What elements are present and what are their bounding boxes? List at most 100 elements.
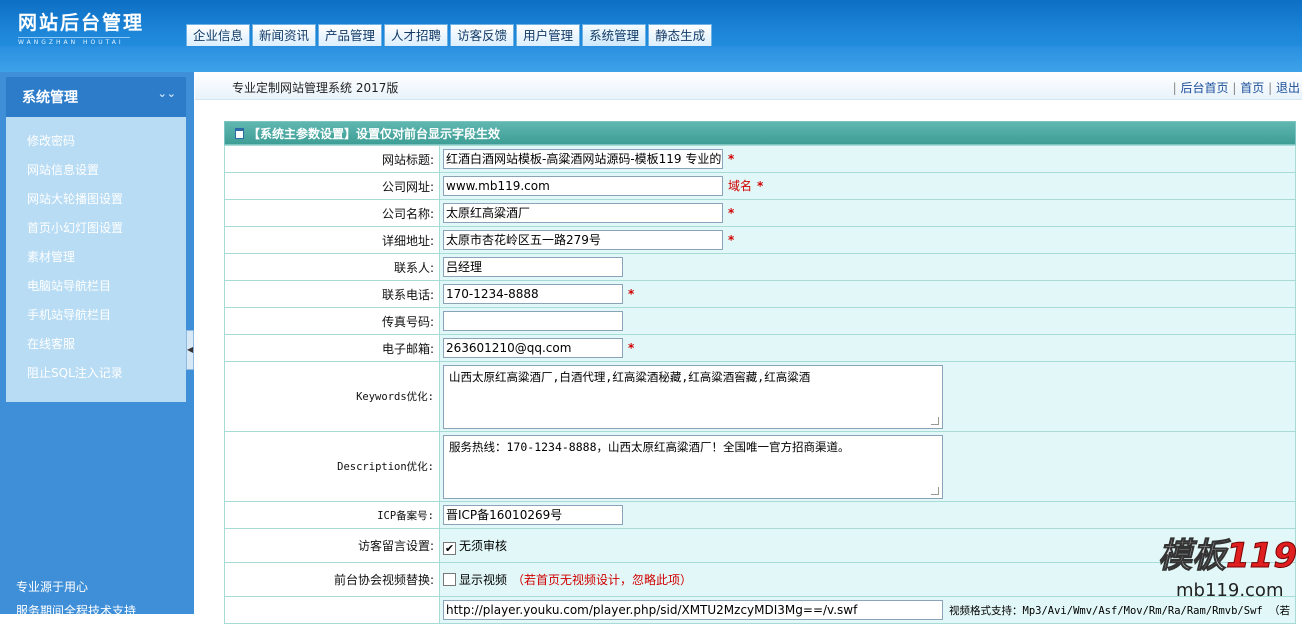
table-row: 前台协会视频替换: 显示视频 （若首页无视频设计，忽略此项） [224, 562, 1296, 597]
required-mark: * [728, 151, 735, 166]
video-replace-note: （若首页无视频设计，忽略此项） [512, 573, 693, 587]
sidebar-title: 系统管理 [22, 90, 78, 106]
table-row: 详细地址: 太原市杏花岭区五一路279号 * [224, 226, 1296, 254]
sidebar-item-online-service[interactable]: 在线客服 [6, 330, 186, 359]
sidebar-item-mobile-nav[interactable]: 手机站导航栏目 [6, 301, 186, 330]
table-row: 网站标题: 红酒白酒网站模板-高粱酒网站源码-模板119 专业的 * [224, 145, 1296, 173]
address-input[interactable]: 太原市杏花岭区五一路279号 [443, 230, 723, 250]
icp-input[interactable]: 晋ICP备16010269号 [443, 505, 623, 525]
header: 网站后台管理 WANGZHAN HOUTAI 企业信息 新闻资讯 产品管理 人才… [0, 0, 1302, 72]
keywords-label-text: Keywords优化: [356, 391, 434, 403]
main-nav: 企业信息 新闻资讯 产品管理 人才招聘 访客反馈 用户管理 系统管理 静态生成 [186, 24, 713, 46]
table-row: Keywords优化: 山西太原红高粱酒厂,白酒代理,红高粱酒秘藏,红高粱酒窖藏… [224, 361, 1296, 432]
sidebar-footer-slogan: 专业源于用心 [16, 580, 89, 594]
form-caption: 【系统主参数设置】设置仅对前台显示字段生效 [224, 121, 1296, 145]
sidebar-item-big-carousel[interactable]: 网站大轮播图设置 [6, 185, 186, 214]
company-name-input[interactable]: 太原红高粱酒厂 [443, 203, 723, 223]
address-label: 详细地址: [224, 226, 440, 254]
required-mark: * [628, 340, 635, 355]
email-label: 电子邮箱: [224, 334, 440, 362]
top-bar: 专业定制网站管理系统 2017版 | 后台首页 | 首页 | 退出 [195, 72, 1302, 100]
keywords-text: 山西太原红高粱酒厂,白酒代理,红高粱酒秘藏,红高粱酒窖藏,红高粱酒 [449, 369, 811, 384]
sidebar: 系统管理 ⌄⌄ 修改密码 网站信息设置 网站大轮播图设置 首页小幻灯图设置 素材… [0, 72, 194, 618]
table-row: 联系电话: 170-1234-8888 * [224, 280, 1296, 308]
show-video-checkbox[interactable] [443, 573, 456, 586]
document-icon [235, 128, 244, 139]
required-mark: * [628, 286, 635, 301]
tab-users[interactable]: 用户管理 [516, 24, 581, 46]
sidebar-item-pc-nav[interactable]: 电脑站导航栏目 [6, 272, 186, 301]
watermark-text: 模板 [1158, 536, 1227, 577]
watermark-title: 模板119 [1158, 528, 1298, 577]
settings-form: 【系统主参数设置】设置仅对前台显示字段生效 网站标题: 红酒白酒网站模板-高粱酒… [224, 121, 1296, 624]
tab-static-gen[interactable]: 静态生成 [648, 24, 713, 46]
resize-grip-icon[interactable] [931, 416, 939, 425]
required-mark: * [728, 232, 735, 247]
separator: | [1232, 81, 1237, 95]
watermark-domain: mb119.com [1176, 580, 1284, 601]
logo-title: 网站后台管理 [18, 12, 145, 34]
contact-label: 联系人: [224, 253, 440, 281]
description-label-text: Description优化: [337, 461, 434, 473]
watermark-logo: 模板119 mb119.com [1158, 528, 1302, 614]
separator: | [1172, 81, 1177, 95]
tab-products[interactable]: 产品管理 [318, 24, 383, 46]
video-replace-label: 前台协会视频替换: [224, 562, 440, 597]
phone-label: 联系电话: [224, 280, 440, 308]
table-row: 访客留言设置: ✔ 无须审核 [224, 528, 1296, 563]
required-mark: * [757, 178, 764, 193]
video-url-label [224, 596, 440, 624]
sidebar-item-sql-log[interactable]: 阻止SQL注入记录 [6, 359, 186, 388]
fax-label: 传真号码: [224, 307, 440, 335]
guestbook-checkbox[interactable]: ✔ [443, 541, 456, 555]
table-row: 传真号码: [224, 307, 1296, 335]
sidebar-item-assets[interactable]: 素材管理 [6, 243, 186, 272]
arrow-left-icon: ◀ [187, 345, 194, 354]
company-url-label: 公司网址: [224, 172, 440, 200]
top-links: | 后台首页 | 首页 | 退出 [1173, 79, 1300, 96]
site-title-input[interactable]: 红酒白酒网站模板-高粱酒网站源码-模板119 专业的 [443, 149, 723, 169]
home-link[interactable]: 首页 [1240, 81, 1264, 95]
company-url-input[interactable]: www.mb119.com [443, 176, 723, 196]
sidebar-item-change-password[interactable]: 修改密码 [6, 127, 186, 156]
settings-table: 网站标题: 红酒白酒网站模板-高粱酒网站源码-模板119 专业的 * 公司网址: … [224, 145, 1296, 624]
company-url-note: 域名 [728, 178, 753, 193]
contact-input[interactable]: 吕经理 [443, 257, 623, 277]
table-row: 公司名称: 太原红高粱酒厂 * [224, 199, 1296, 227]
sidebar-footer-support: 服务期间全程技术支持 [16, 604, 137, 618]
logout-link[interactable]: 退出 [1276, 81, 1300, 95]
resize-grip-icon[interactable] [931, 486, 939, 495]
icp-label: ICP备案号: [224, 501, 440, 529]
required-mark: * [728, 205, 735, 220]
collapse-icon[interactable]: ⌄⌄ [158, 87, 176, 100]
sidebar-item-site-info[interactable]: 网站信息设置 [6, 156, 186, 185]
keywords-textarea[interactable]: 山西太原红高粱酒厂,白酒代理,红高粱酒秘藏,红高粱酒窖藏,红高粱酒 [443, 364, 943, 429]
sidebar-toggle-handle[interactable]: ◀ [186, 330, 194, 370]
site-title-label: 网站标题: [224, 145, 440, 173]
show-video-label: 显示视频 [459, 573, 508, 587]
tab-system[interactable]: 系统管理 [582, 24, 647, 46]
video-url-input[interactable]: http://player.youku.com/player.php/sid/X… [443, 600, 943, 620]
logo-divider [18, 37, 130, 38]
tab-feedback[interactable]: 访客反馈 [450, 24, 515, 46]
icp-label-text: ICP备案号: [377, 509, 434, 522]
company-name-label: 公司名称: [224, 199, 440, 227]
description-label: Description优化: [224, 431, 440, 502]
admin-home-link[interactable]: 后台首页 [1181, 81, 1229, 95]
sidebar-header[interactable]: 系统管理 ⌄⌄ [6, 77, 186, 117]
email-input[interactable]: 263601210@qq.com [443, 338, 623, 358]
table-row: 公司网址: www.mb119.com 域名 * [224, 172, 1296, 200]
table-row: 联系人: 吕经理 [224, 253, 1296, 281]
phone-input[interactable]: 170-1234-8888 [443, 284, 623, 304]
guestbook-check-label: 无须审核 [459, 538, 508, 553]
separator: | [1268, 81, 1273, 95]
tab-news[interactable]: 新闻资讯 [252, 24, 317, 46]
tab-company-info[interactable]: 企业信息 [186, 24, 251, 46]
fax-input[interactable] [443, 311, 623, 331]
tab-recruitment[interactable]: 人才招聘 [384, 24, 449, 46]
sidebar-item-small-slides[interactable]: 首页小幻灯图设置 [6, 214, 186, 243]
guestbook-label: 访客留言设置: [224, 528, 440, 563]
description-textarea[interactable]: 服务热线：170-1234-8888，山西太原红高粱酒厂！全国唯一官方招商渠道。 [443, 434, 943, 499]
logo: 网站后台管理 WANGZHAN HOUTAI [18, 8, 144, 46]
system-title: 专业定制网站管理系统 2017版 [232, 81, 399, 95]
